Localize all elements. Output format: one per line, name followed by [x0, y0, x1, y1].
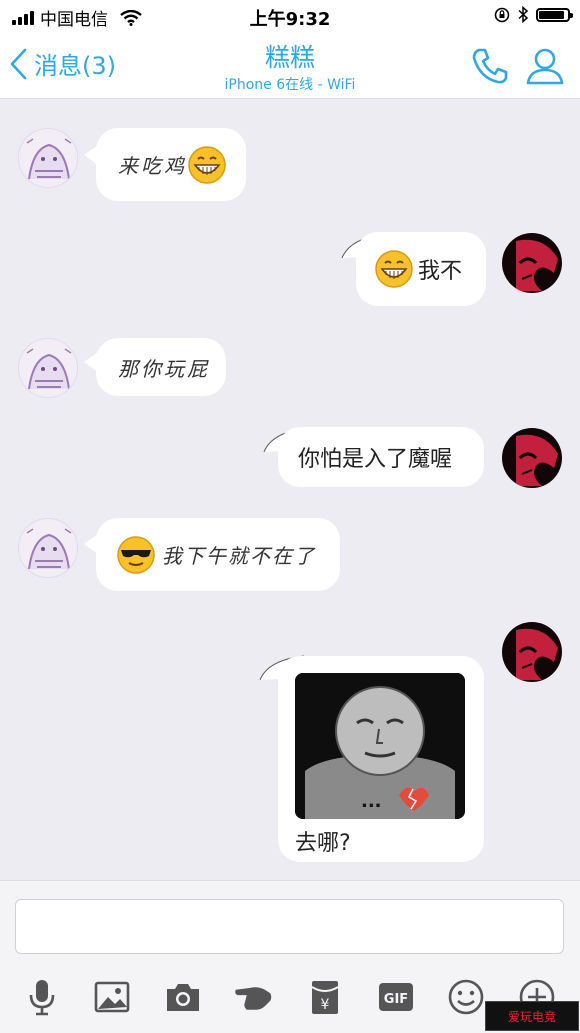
anime-girl-avatar-image [26, 348, 72, 390]
red-packet-icon[interactable]: ¥ [305, 977, 345, 1017]
poke-icon[interactable] [234, 977, 274, 1017]
contact-avatar[interactable] [18, 338, 78, 398]
message-bubble[interactable]: 那你玩屁 [96, 338, 226, 396]
image-glyph [94, 981, 130, 1013]
message-text: 我下午就不在了 [162, 544, 316, 568]
message-bubble[interactable]: 我不 [356, 232, 486, 306]
anime-girl-avatar-image [26, 138, 72, 180]
meme-face-image[interactable]: ... [295, 673, 465, 819]
dark-profile-avatar-image [516, 628, 558, 680]
camera-glyph [167, 984, 199, 1011]
anime-girl-avatar-image [26, 528, 72, 570]
message-bubble[interactable]: 来吃鸡 [96, 128, 246, 201]
rotation-lock-icon [494, 7, 510, 22]
camera-icon[interactable] [163, 977, 203, 1017]
sunglasses-emoji-icon [117, 535, 155, 574]
phone-call-icon[interactable] [470, 46, 510, 86]
battery-icon [536, 7, 573, 22]
self-avatar[interactable] [502, 428, 562, 488]
gif-glyph: GIF [379, 983, 413, 1011]
message-bubble[interactable]: 你怕是入了魔喔 [278, 427, 484, 487]
red-packet-symbol: ¥ [321, 997, 330, 1013]
grin-emoji-icon [375, 250, 413, 288]
microphone-glyph [29, 980, 55, 1016]
emoji-icon[interactable] [446, 977, 486, 1017]
image-caption: ... [361, 791, 382, 812]
dark-profile-avatar-image [516, 239, 558, 291]
message-text: 去哪? [295, 831, 351, 856]
message-bubble[interactable]: ... 去哪? [278, 656, 484, 862]
grin-emoji-icon [188, 145, 226, 184]
chat-header: 消息(3) 糕糕 iPhone 6在线 - WiFi [0, 32, 580, 99]
microphone-icon[interactable] [22, 977, 62, 1017]
contact-avatar[interactable] [18, 518, 78, 578]
gif-label: GIF [384, 992, 408, 1007]
message-text: 我不 [418, 259, 463, 284]
poke-glyph [235, 987, 272, 1010]
dark-profile-avatar-image [516, 434, 558, 486]
watermark-logo: 爱玩电竞 [485, 1001, 579, 1031]
red-packet-glyph: ¥ [311, 981, 339, 1014]
message-bubble[interactable]: 我下午就不在了 [96, 518, 340, 591]
self-avatar[interactable] [502, 233, 562, 293]
status-bar: 中国电信 上午9:32 [0, 0, 580, 32]
message-text: 那你玩屁 [118, 356, 210, 381]
smiley-glyph [448, 979, 484, 1015]
contact-avatar[interactable] [18, 128, 78, 188]
bluetooth-icon [518, 6, 528, 23]
image-icon[interactable] [92, 977, 132, 1017]
contact-profile-icon[interactable] [525, 46, 565, 86]
message-text: 来吃鸡 [118, 154, 187, 178]
message-text: 你怕是入了魔喔 [298, 447, 453, 472]
self-avatar[interactable] [502, 622, 562, 682]
message-input[interactable] [15, 899, 564, 954]
gif-icon[interactable]: GIF [376, 977, 416, 1017]
clock: 上午9:32 [249, 9, 331, 30]
